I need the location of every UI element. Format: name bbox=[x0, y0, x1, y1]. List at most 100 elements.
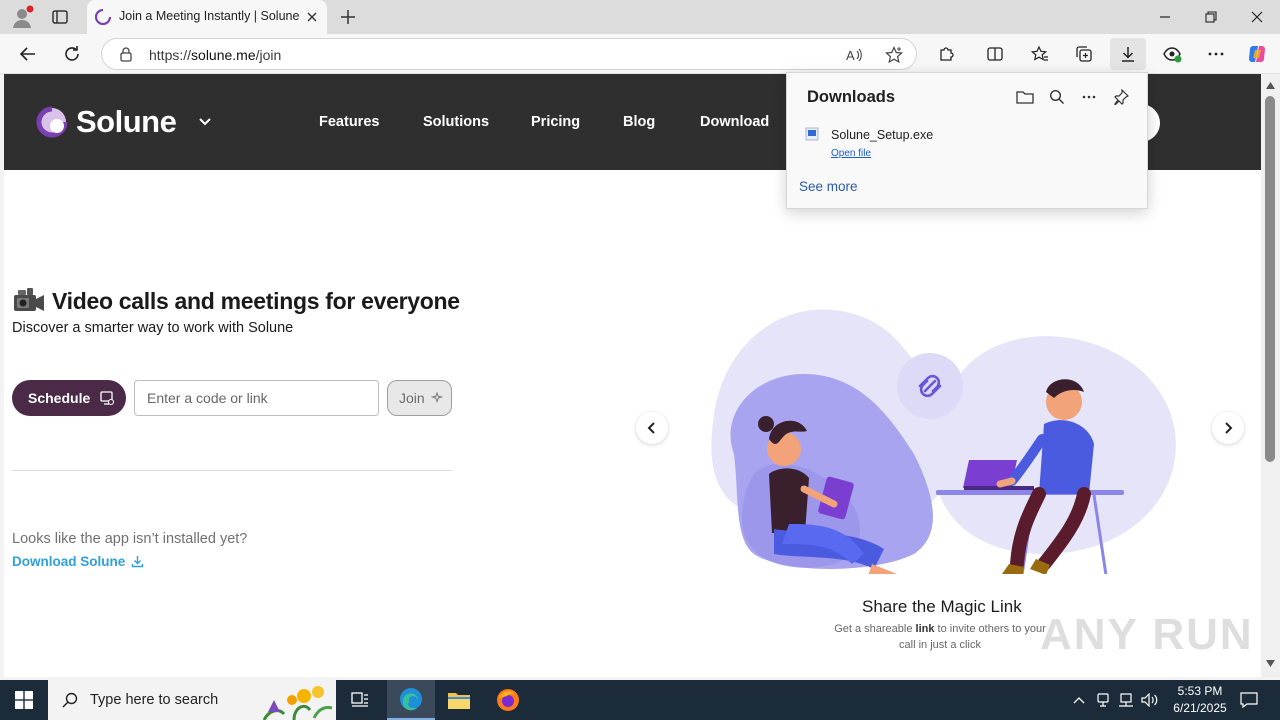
chevron-right-icon bbox=[1225, 422, 1233, 434]
solune-logo-icon bbox=[36, 106, 68, 138]
download-file-name[interactable]: Solune_Setup.exe bbox=[831, 128, 933, 142]
carousel-next-button[interactable] bbox=[1212, 412, 1244, 444]
app-not-installed-text: Looks like the app isn’t installed yet? bbox=[12, 531, 248, 547]
see-more-link[interactable]: See more bbox=[799, 179, 858, 194]
volume-icon[interactable] bbox=[1139, 680, 1161, 720]
scrollbar-thumb[interactable] bbox=[1265, 96, 1275, 462]
hero-subtitle: Discover a smarter way to work with Solu… bbox=[12, 320, 294, 336]
chevron-left-icon bbox=[647, 422, 655, 434]
tab-title: Join a Meeting Instantly | Solune bbox=[119, 9, 300, 23]
schedule-label: Schedule bbox=[28, 390, 91, 406]
downloads-icon[interactable] bbox=[1110, 38, 1146, 70]
new-tab-plus-icon[interactable] bbox=[338, 7, 358, 27]
scroll-up-arrow-icon[interactable] bbox=[1266, 82, 1275, 89]
open-file-link[interactable]: Open file bbox=[831, 148, 871, 159]
pin-downloads-icon[interactable] bbox=[1111, 87, 1131, 107]
back-arrow-icon[interactable] bbox=[16, 42, 40, 66]
tray-device-icon[interactable] bbox=[1092, 680, 1114, 720]
section-divider bbox=[12, 470, 452, 471]
address-bar[interactable]: https://solune.me/join A bbox=[101, 38, 917, 70]
browser-toolbar: https://solune.me/join A bbox=[0, 34, 1280, 74]
url-scheme: https:// bbox=[149, 47, 192, 63]
downloads-flyout: Downloads Solune_Setup.exe Open file See… bbox=[786, 72, 1148, 209]
clock-date: 6/21/2025 bbox=[1173, 701, 1227, 715]
copilot-icon[interactable] bbox=[1245, 42, 1269, 66]
site-info-lock-icon[interactable] bbox=[118, 46, 134, 67]
tab-close-icon[interactable] bbox=[305, 10, 319, 24]
nav-download[interactable]: Download bbox=[700, 114, 769, 130]
schedule-device-icon bbox=[100, 391, 115, 406]
extensions-puzzle-icon[interactable] bbox=[935, 42, 959, 66]
downloads-more-options-icon[interactable] bbox=[1079, 87, 1099, 107]
meeting-code-input[interactable] bbox=[135, 381, 378, 415]
firefox-icon[interactable] bbox=[484, 680, 532, 720]
more-menu-icon[interactable] bbox=[1204, 42, 1228, 66]
brand-chevron-down-icon[interactable] bbox=[198, 117, 212, 127]
task-view-icon[interactable] bbox=[336, 680, 384, 720]
nav-solutions[interactable]: Solutions bbox=[423, 114, 489, 130]
search-icon bbox=[62, 692, 78, 708]
start-button[interactable] bbox=[0, 680, 48, 720]
minimize-icon[interactable] bbox=[1142, 0, 1188, 34]
brand-name: Solune bbox=[76, 104, 177, 139]
url-host: solune.me bbox=[191, 47, 256, 63]
network-icon[interactable] bbox=[1115, 680, 1137, 720]
taskbar-search-placeholder: Type here to search bbox=[90, 692, 219, 708]
scroll-down-arrow-icon[interactable] bbox=[1266, 660, 1275, 667]
close-window-icon[interactable] bbox=[1234, 0, 1280, 34]
join-sparkle-icon bbox=[430, 392, 443, 403]
download-arrow-icon bbox=[132, 556, 144, 568]
magic-link-illustration bbox=[711, 309, 1176, 574]
tab-strip: Join a Meeting Instantly | Solune bbox=[0, 0, 1280, 34]
open-downloads-folder-icon[interactable] bbox=[1015, 87, 1035, 107]
split-screen-icon[interactable] bbox=[983, 42, 1007, 66]
file-explorer-icon[interactable] bbox=[435, 680, 483, 720]
taskbar-edge-icon[interactable] bbox=[387, 680, 435, 720]
favorites-icon[interactable] bbox=[1028, 42, 1052, 66]
nav-pricing[interactable]: Pricing bbox=[531, 114, 580, 130]
meeting-code-field[interactable] bbox=[134, 380, 379, 416]
solune-favicon-icon bbox=[94, 8, 112, 26]
notifications-icon[interactable] bbox=[1234, 680, 1264, 720]
tray-overflow-chevron-icon[interactable] bbox=[1068, 680, 1090, 720]
nav-features[interactable]: Features bbox=[319, 114, 379, 130]
slide-title: Share the Magic Link bbox=[862, 597, 1022, 616]
url-text[interactable]: https://solune.me/join bbox=[149, 47, 281, 63]
taskbar-clock[interactable]: 5:53 PM 6/21/2025 bbox=[1160, 683, 1240, 717]
url-path: /join bbox=[255, 47, 282, 63]
favorite-star-icon[interactable] bbox=[884, 46, 904, 69]
restore-icon[interactable] bbox=[1188, 0, 1234, 34]
windows-taskbar: Type here to search 5:53 PM 6/21/2025 bbox=[0, 680, 1280, 720]
search-highlight-flowers-icon bbox=[262, 686, 333, 720]
page-scrollbar[interactable] bbox=[1261, 74, 1280, 677]
search-downloads-icon[interactable] bbox=[1047, 87, 1067, 107]
anyrun-watermark: ANY RUN bbox=[1040, 610, 1254, 659]
hero-heading: Video calls and meetings for everyone bbox=[12, 286, 460, 316]
taskbar-search-box[interactable]: Type here to search bbox=[48, 680, 336, 720]
profile-avatar-icon[interactable] bbox=[10, 5, 34, 29]
slide-desc-bold: link bbox=[915, 623, 935, 635]
exe-file-icon bbox=[805, 127, 819, 141]
tab-actions-icon[interactable] bbox=[50, 7, 70, 27]
hero-title: Video calls and meetings for everyone bbox=[52, 287, 460, 314]
carousel-prev-button[interactable] bbox=[636, 412, 668, 444]
downloads-title: Downloads bbox=[807, 88, 896, 106]
download-link-label: Download Solune bbox=[12, 554, 126, 569]
video-camera-icon bbox=[14, 288, 44, 311]
slide-description: Get a shareable link to invite others to… bbox=[830, 621, 1050, 653]
schedule-button[interactable]: Schedule bbox=[12, 380, 126, 416]
read-aloud-icon[interactable]: A bbox=[845, 46, 863, 69]
windows-logo-icon bbox=[15, 691, 33, 709]
refresh-icon[interactable] bbox=[60, 42, 84, 66]
slide-desc-part1: Get a shareable bbox=[834, 623, 916, 635]
nav-blog[interactable]: Blog bbox=[623, 114, 655, 130]
join-label: Join bbox=[399, 390, 425, 406]
collections-icon[interactable] bbox=[1072, 42, 1096, 66]
clock-time: 5:53 PM bbox=[1177, 684, 1223, 698]
join-button[interactable]: Join bbox=[387, 380, 452, 416]
svg-text:A: A bbox=[846, 48, 855, 63]
browser-essentials-icon[interactable] bbox=[1160, 42, 1184, 66]
download-solune-link[interactable]: Download Solune bbox=[12, 554, 144, 569]
active-tab[interactable]: Join a Meeting Instantly | Solune bbox=[87, 0, 327, 34]
site-logo[interactable]: Solune bbox=[36, 104, 212, 140]
